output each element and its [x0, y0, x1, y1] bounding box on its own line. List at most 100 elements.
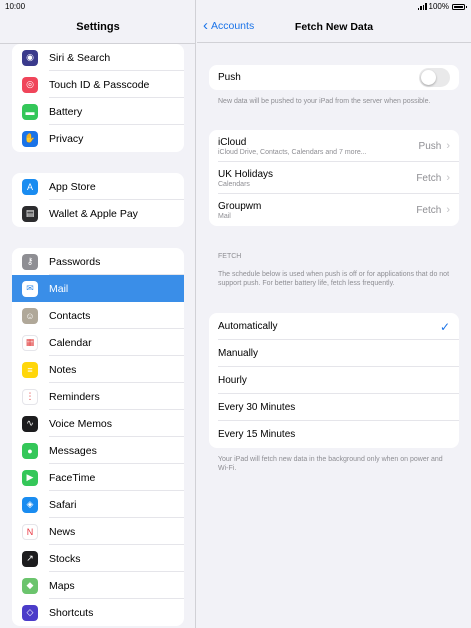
safari-icon: ◈: [22, 496, 38, 513]
sidebar-item-app-store[interactable]: A App Store: [12, 173, 184, 200]
sidebar-item-label: Siri & Search: [49, 51, 111, 64]
sidebar-item-label: Reminders: [49, 390, 100, 403]
sidebar-item-notes[interactable]: ≡ Notes: [12, 356, 184, 383]
sidebar-item-passwords[interactable]: ⚷ Passwords: [12, 248, 184, 275]
chevron-right-icon: ›: [446, 204, 450, 216]
account-name: iCloud: [218, 136, 247, 148]
detail-pane: ‹ Accounts Fetch New Data Push New data …: [197, 0, 471, 628]
account-row[interactable]: UK Holidays Calendars Fetch ›: [209, 162, 459, 194]
chevron-right-icon: ›: [446, 140, 450, 152]
status-right: 100%: [417, 2, 467, 11]
fetch-option-every-30-minutes[interactable]: Every 30 Minutes: [209, 394, 459, 421]
maps-icon: ◆: [22, 577, 38, 594]
shortcuts-icon: ◇: [22, 604, 38, 621]
sidebar-item-news[interactable]: N News: [12, 518, 184, 545]
account-subtitle: iCloud Drive, Contacts, Calendars and 7 …: [218, 148, 367, 156]
facetime-icon: ▶: [22, 469, 38, 486]
sidebar-item-label: News: [49, 525, 76, 538]
fetch-option-automatically[interactable]: Automatically ✓: [209, 313, 459, 340]
account-value: Push ›: [419, 140, 450, 152]
battery-icon: ▬: [22, 103, 38, 120]
sidebar-item-label: Shortcuts: [49, 606, 94, 619]
sidebar-item-safari[interactable]: ◈ Safari: [12, 491, 184, 518]
fetch-options-card: Automatically ✓ Manually Hourly Every 30 Min…: [209, 313, 459, 448]
settings-sidebar: Settings ◉ Siri & Search ◎ Touch ID & Passc…: [0, 0, 196, 628]
sidebar-item-contacts[interactable]: ☺ Contacts: [12, 302, 184, 329]
sidebar-item-facetime[interactable]: ▶ FaceTime: [12, 464, 184, 491]
account-subtitle: Mail: [218, 212, 231, 220]
account-subtitle: Calendars: [218, 180, 250, 188]
bottom-note: Your iPad will fetch new data in the bac…: [218, 456, 443, 472]
sidebar-item-label: Contacts: [49, 309, 91, 322]
fetch-option-manually[interactable]: Manually: [209, 340, 459, 367]
sidebar-item-label: Calendar: [49, 336, 92, 349]
sidebar-group: A App Store ▤ Wallet & Apple Pay: [12, 173, 184, 227]
accounts-card: iCloud iCloud Drive, Contacts, Calendars …: [209, 130, 459, 226]
key-icon: ⚷: [22, 253, 38, 270]
battery-percent: 100%: [428, 2, 449, 11]
fetch-mode: Push: [418, 140, 442, 152]
voice-memos-icon: ∿: [22, 415, 38, 432]
push-card: Push: [209, 65, 459, 90]
chevron-right-icon: ›: [446, 172, 450, 184]
sidebar-item-maps[interactable]: ◆ Maps: [12, 572, 184, 599]
sidebar-item-wallet-apple-pay[interactable]: ▤ Wallet & Apple Pay: [12, 200, 184, 227]
sidebar-item-label: Notes: [49, 363, 77, 376]
sidebar-item-privacy[interactable]: ✋ Privacy: [12, 125, 184, 152]
push-label: Push: [218, 72, 241, 83]
messages-icon: ●: [22, 442, 38, 459]
account-info: UK Holidays Calendars: [218, 169, 416, 188]
contacts-icon: ☺: [22, 307, 38, 324]
sidebar-item-calendar[interactable]: ▦ Calendar: [12, 329, 184, 356]
option-label: Every 15 Minutes: [218, 429, 296, 440]
sidebar-item-label: Voice Memos: [49, 417, 113, 430]
option-label: Automatically: [218, 321, 278, 332]
option-label: Manually: [218, 348, 259, 359]
siri-icon: ◉: [22, 49, 38, 66]
sidebar-item-stocks[interactable]: ↗ Stocks: [12, 545, 184, 572]
toggle-knob: [421, 70, 436, 85]
fetch-mode: Fetch: [416, 204, 442, 216]
fetch-header: FETCH: [218, 253, 242, 260]
account-info: iCloud iCloud Drive, Contacts, Calendars …: [218, 137, 419, 156]
account-value: Fetch ›: [416, 204, 450, 216]
sidebar-item-reminders[interactable]: ⋮ Reminders: [12, 383, 184, 410]
sidebar-item-label: Stocks: [49, 552, 81, 565]
fetch-option-every-15-minutes[interactable]: Every 15 Minutes: [209, 421, 459, 448]
sidebar-item-battery[interactable]: ▬ Battery: [12, 98, 184, 125]
fingerprint-icon: ◎: [22, 76, 38, 93]
account-row[interactable]: iCloud iCloud Drive, Contacts, Calendars …: [209, 130, 459, 162]
sidebar-item-voice-memos[interactable]: ∿ Voice Memos: [12, 410, 184, 437]
sidebar-group: ◉ Siri & Search ◎ Touch ID & Passcode ▬ Batte…: [12, 44, 184, 152]
stocks-icon: ↗: [22, 550, 38, 567]
account-info: Groupwm Mail: [218, 201, 416, 220]
fetch-mode: Fetch: [416, 172, 442, 184]
sidebar-item-label: Passwords: [49, 255, 101, 268]
sidebar-item-siri-search[interactable]: ◉ Siri & Search: [12, 44, 184, 71]
option-label: Every 30 Minutes: [218, 402, 296, 413]
calendar-icon: ▦: [22, 334, 38, 351]
fetch-option-hourly[interactable]: Hourly: [209, 367, 459, 394]
page-title: Fetch New Data: [294, 21, 374, 33]
push-note: New data will be pushed to your iPad fro…: [218, 98, 431, 105]
sidebar-item-shortcuts[interactable]: ◇ Shortcuts: [12, 599, 184, 626]
option-label: Hourly: [218, 375, 247, 386]
account-name: UK Holidays: [218, 168, 274, 180]
status-time: 10:00: [5, 2, 26, 11]
hand-icon: ✋: [22, 130, 38, 147]
sidebar-item-messages[interactable]: ● Messages: [12, 437, 184, 464]
news-icon: N: [22, 523, 38, 540]
sidebar-item-label: FaceTime: [49, 471, 96, 484]
sidebar-title: Settings: [76, 21, 120, 33]
sidebar-item-label: Wallet & Apple Pay: [49, 207, 138, 220]
battery-icon: [452, 3, 467, 10]
sidebar-item-mail[interactable]: ✉ Mail: [12, 275, 184, 302]
sidebar-item-label: Safari: [49, 498, 77, 511]
account-row[interactable]: Groupwm Mail Fetch ›: [209, 194, 459, 226]
sidebar-item-touch-id-passcode[interactable]: ◎ Touch ID & Passcode: [12, 71, 184, 98]
account-value: Fetch ›: [416, 172, 450, 184]
sidebar-item-label: App Store: [49, 180, 96, 193]
sidebar-item-label: Messages: [49, 444, 97, 457]
push-toggle[interactable]: [419, 68, 450, 87]
sidebar-group: ⚷ Passwords ✉ Mail ☺ Contacts ▦ Calendar ≡ Notes ⋮…: [12, 248, 184, 626]
